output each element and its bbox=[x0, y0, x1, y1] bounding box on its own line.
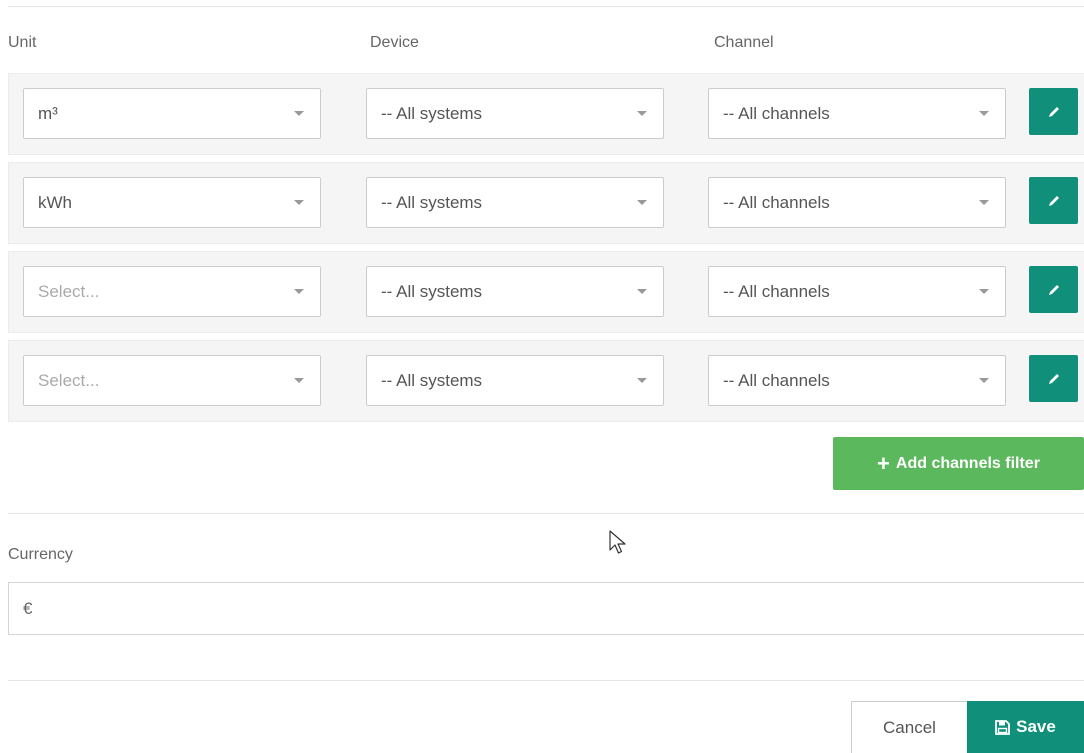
column-label-channel: Channel bbox=[714, 34, 774, 51]
unit-select[interactable]: m³ bbox=[23, 88, 321, 139]
caret-down-icon bbox=[979, 378, 989, 383]
divider-bottom bbox=[8, 680, 1084, 681]
mouse-pointer-icon bbox=[609, 530, 626, 554]
caret-down-icon bbox=[637, 111, 647, 116]
pencil-icon bbox=[1048, 284, 1059, 295]
filter-row: kWh -- All systems -- All channels bbox=[8, 162, 1084, 244]
caret-down-icon bbox=[979, 200, 989, 205]
cancel-button[interactable]: Cancel bbox=[851, 701, 968, 753]
caret-down-icon bbox=[294, 111, 304, 116]
unit-select-value: kWh bbox=[38, 193, 72, 212]
caret-down-icon bbox=[637, 200, 647, 205]
channel-select-value: -- All channels bbox=[723, 371, 830, 390]
column-label-device: Device bbox=[370, 34, 419, 51]
save-button-label: Save bbox=[1016, 717, 1056, 736]
device-select-value: -- All systems bbox=[381, 371, 483, 390]
device-select[interactable]: -- All systems bbox=[366, 266, 664, 317]
pencil-icon bbox=[1048, 106, 1059, 117]
add-channels-filter-label: Add channels filter bbox=[895, 454, 1040, 472]
currency-label: Currency bbox=[8, 546, 73, 563]
divider-top bbox=[8, 6, 1084, 7]
channel-select[interactable]: -- All channels bbox=[708, 88, 1006, 139]
unit-select-placeholder: Select... bbox=[38, 371, 100, 390]
caret-down-icon bbox=[979, 111, 989, 116]
caret-down-icon bbox=[294, 200, 304, 205]
pencil-icon bbox=[1048, 195, 1059, 206]
floppy-disk-icon bbox=[995, 719, 1011, 735]
device-select[interactable]: -- All systems bbox=[366, 88, 664, 139]
plus-icon: + bbox=[877, 450, 890, 476]
edit-filter-button[interactable] bbox=[1029, 177, 1078, 224]
edit-filter-button[interactable] bbox=[1029, 355, 1078, 402]
channel-select[interactable]: -- All channels bbox=[708, 177, 1006, 228]
unit-select[interactable]: kWh bbox=[23, 177, 321, 228]
caret-down-icon bbox=[637, 289, 647, 294]
filter-row: Select... -- All systems -- All channels bbox=[8, 340, 1084, 422]
unit-select-value: m³ bbox=[38, 104, 58, 123]
edit-filter-button[interactable] bbox=[1029, 88, 1078, 135]
currency-value: € bbox=[23, 599, 33, 618]
channel-filters-form: Unit Device Channel m³ -- All systems --… bbox=[0, 0, 1084, 753]
channel-select-value: -- All channels bbox=[723, 104, 830, 123]
edit-filter-button[interactable] bbox=[1029, 266, 1078, 313]
device-select-value: -- All systems bbox=[381, 282, 483, 301]
device-select-value: -- All systems bbox=[381, 104, 483, 123]
cancel-button-label: Cancel bbox=[883, 717, 936, 737]
device-select[interactable]: -- All systems bbox=[366, 355, 664, 406]
currency-input[interactable]: € bbox=[8, 582, 1084, 635]
caret-down-icon bbox=[979, 289, 989, 294]
device-select-value: -- All systems bbox=[381, 193, 483, 212]
unit-select[interactable]: Select... bbox=[23, 266, 321, 317]
filter-row: m³ -- All systems -- All channels bbox=[8, 73, 1084, 155]
filter-row: Select... -- All systems -- All channels bbox=[8, 251, 1084, 333]
column-label-unit: Unit bbox=[8, 34, 37, 51]
unit-select[interactable]: Select... bbox=[23, 355, 321, 406]
channel-select-value: -- All channels bbox=[723, 282, 830, 301]
add-channels-filter-button[interactable]: + Add channels filter bbox=[833, 437, 1084, 490]
divider-middle bbox=[8, 513, 1084, 514]
device-select[interactable]: -- All systems bbox=[366, 177, 664, 228]
unit-select-placeholder: Select... bbox=[38, 282, 100, 301]
caret-down-icon bbox=[294, 378, 304, 383]
caret-down-icon bbox=[294, 289, 304, 294]
save-button[interactable]: Save bbox=[967, 701, 1084, 753]
channel-select[interactable]: -- All channels bbox=[708, 355, 1006, 406]
channel-select-value: -- All channels bbox=[723, 193, 830, 212]
channel-select[interactable]: -- All channels bbox=[708, 266, 1006, 317]
caret-down-icon bbox=[637, 378, 647, 383]
pencil-icon bbox=[1048, 373, 1059, 384]
